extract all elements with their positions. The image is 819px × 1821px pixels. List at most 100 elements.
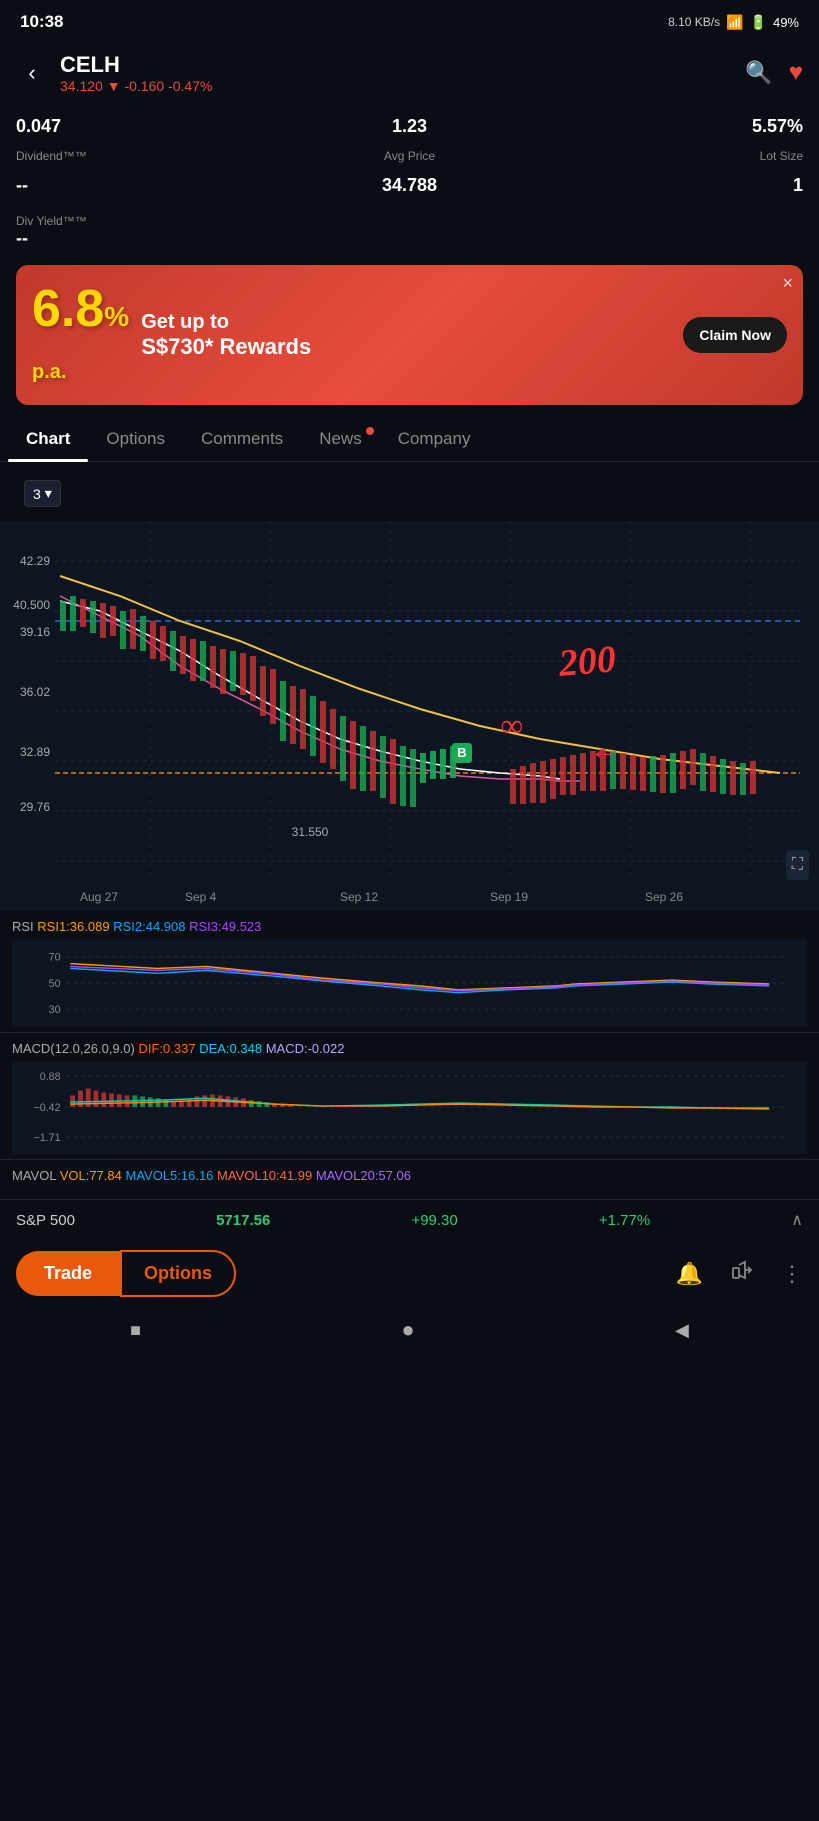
mavol-label: MAVOL VOL:77.84 MAVOL5:16.16 MAVOL10:41.… xyxy=(12,1168,807,1183)
system-square-button[interactable]: ■ xyxy=(130,1320,141,1341)
share-icon-button[interactable] xyxy=(731,1260,753,1288)
more-icon-button[interactable]: ⋮ xyxy=(781,1261,803,1287)
svg-text:−1.71: −1.71 xyxy=(34,1132,61,1144)
favorite-icon[interactable]: ♥ xyxy=(789,59,803,87)
share-icon xyxy=(731,1265,753,1287)
signal-icon: 📶 xyxy=(726,14,743,31)
svg-text:29.76: 29.76 xyxy=(20,800,50,814)
svg-text:∞: ∞ xyxy=(500,707,523,743)
bottom-nav: Trade Options 🔔 ⋮ xyxy=(0,1240,819,1307)
svg-text:39.16: 39.16 xyxy=(20,625,50,639)
banner-close-button[interactable]: × xyxy=(782,273,793,294)
sp500-pct: +1.77% xyxy=(599,1212,650,1229)
svg-text:200: 200 xyxy=(556,638,617,685)
tab-comments[interactable]: Comments xyxy=(183,417,301,461)
chart-period-button[interactable]: 3 ▾ xyxy=(24,480,61,507)
claim-now-button[interactable]: Claim Now xyxy=(683,317,787,353)
svg-text:36.02: 36.02 xyxy=(20,685,50,699)
options-button[interactable]: Options xyxy=(120,1250,236,1297)
tabs-section: Chart Options Comments News Company xyxy=(0,417,819,462)
main-chart-wrapper[interactable]: B xyxy=(0,521,819,911)
lotsize-stat: 5.57% xyxy=(541,112,803,141)
status-right: 8.10 KB/s 📶 🔋 49% xyxy=(668,14,799,31)
banner-subtitle: S$730* Rewards xyxy=(141,334,683,360)
battery-icon: 🔋 xyxy=(750,14,767,31)
dividend-label-text: Dividend™™ xyxy=(16,149,278,163)
fullscreen-button[interactable]: ⛶ xyxy=(786,850,809,880)
main-chart-svg: B xyxy=(0,521,819,911)
rsi-section: RSI RSI1:36.089 RSI2:44.908 RSI3:49.523 … xyxy=(0,911,819,1033)
rsi-chart-svg: 70 50 30 xyxy=(12,938,807,1028)
stock-change: -0.160 xyxy=(124,78,164,94)
tab-options[interactable]: Options xyxy=(88,417,183,461)
bell-icon-button[interactable]: 🔔 xyxy=(676,1261,703,1287)
divyield-label: Div Yield™™ xyxy=(16,214,803,228)
bottom-ticker-bar[interactable]: S&P 500 5717.56 +99.30 +1.77% ∧ xyxy=(0,1199,819,1240)
trade-button[interactable]: Trade xyxy=(16,1251,120,1296)
stock-ticker: CELH xyxy=(60,52,733,78)
svg-text:0.88: 0.88 xyxy=(40,1071,61,1083)
svg-text:−0.42: −0.42 xyxy=(34,1102,61,1114)
dividend-label: Dividend™™ xyxy=(16,145,278,167)
svg-text:30: 30 xyxy=(49,1004,61,1016)
svg-text:31.550: 31.550 xyxy=(292,825,329,839)
ticker-chevron-icon: ∧ xyxy=(791,1210,803,1230)
tab-company[interactable]: Company xyxy=(380,417,489,461)
system-home-button[interactable]: ● xyxy=(401,1317,414,1343)
svg-text:40.500: 40.500 xyxy=(13,598,50,612)
down-arrow-icon: ▼ xyxy=(107,78,125,94)
tab-news[interactable]: News xyxy=(301,417,380,461)
tab-chart[interactable]: Chart xyxy=(8,417,88,461)
banner-ad: × 6.8%p.a. Get up to S$730* Rewards Clai… xyxy=(16,265,803,405)
status-time: 10:38 xyxy=(20,12,63,32)
rsi-label: RSI RSI1:36.089 RSI2:44.908 RSI3:49.523 xyxy=(12,919,807,934)
divyield-section: Div Yield™™ -- xyxy=(0,210,819,253)
svg-text:Sep 26: Sep 26 xyxy=(645,890,683,904)
stats-section: 0.047 1.23 5.57% Dividend™™ Avg Price Lo… xyxy=(0,102,819,210)
svg-text:50: 50 xyxy=(49,978,61,990)
sp500-change: +99.30 xyxy=(411,1212,457,1229)
avgprice-value: 34.788 xyxy=(278,171,540,200)
search-icon[interactable]: 🔍 xyxy=(745,60,772,86)
svg-text:Sep 12: Sep 12 xyxy=(340,890,378,904)
period-dropdown-icon: ▾ xyxy=(45,485,52,502)
lotsizenum-value-text: 1 xyxy=(541,175,803,196)
divyield-value: -- xyxy=(16,228,803,249)
svg-text:Sep 19: Sep 19 xyxy=(490,890,528,904)
svg-text:32.89: 32.89 xyxy=(20,745,50,759)
header-icons: 🔍 ♥ xyxy=(745,59,803,87)
macd-label: MACD(12.0,26.0,9.0) DIF:0.337 DEA:0.348 … xyxy=(12,1041,807,1056)
system-nav-bar: ■ ● ◀ xyxy=(0,1307,819,1359)
chart-section: 3 ▾ xyxy=(0,462,819,1199)
avgprice-label-text: Avg Price xyxy=(278,149,540,163)
svg-text:←: ← xyxy=(590,734,618,765)
lotsize-label: Lot Size xyxy=(541,145,803,167)
system-back-button[interactable]: ◀ xyxy=(675,1320,689,1341)
stock-title: CELH 34.120 ▼ -0.160 -0.47% xyxy=(60,52,733,94)
macd-section: MACD(12.0,26.0,9.0) DIF:0.337 DEA:0.348 … xyxy=(0,1033,819,1160)
svg-text:Sep 4: Sep 4 xyxy=(185,890,217,904)
sp500-name: S&P 500 xyxy=(16,1212,75,1229)
bell-icon: 🔔 xyxy=(676,1261,703,1286)
lotsize-label-text: Lot Size xyxy=(541,149,803,163)
macd-chart-svg: 0.88 −0.42 −1.71 xyxy=(12,1060,807,1155)
mavol-section: MAVOL VOL:77.84 MAVOL5:16.16 MAVOL10:41.… xyxy=(0,1160,819,1191)
banner-big-text: 6.8%p.a. xyxy=(32,283,129,387)
status-bar: 10:38 8.10 KB/s 📶 🔋 49% xyxy=(0,0,819,44)
lotsize-value: 5.57% xyxy=(541,116,803,137)
banner-description: Get up to S$730* Rewards xyxy=(141,310,683,360)
dividend-value-text: -- xyxy=(16,175,278,196)
avgprice-value-text: 34.788 xyxy=(278,175,540,196)
banner-title: Get up to S$730* Rewards xyxy=(141,310,683,360)
stock-price-change: 34.120 ▼ -0.160 -0.47% xyxy=(60,78,733,94)
avgprice-label: Avg Price xyxy=(278,145,540,167)
pe-stat: 1.23 xyxy=(278,112,540,141)
stock-change-pct: -0.47% xyxy=(168,78,212,94)
sp500-price: 5717.56 xyxy=(216,1212,270,1229)
pe-value: 1.23 xyxy=(278,116,540,137)
lotsizenum-value: 1 xyxy=(541,171,803,200)
svg-text:42.29: 42.29 xyxy=(20,554,50,568)
network-speed: 8.10 KB/s xyxy=(668,15,720,29)
back-button[interactable]: ‹ xyxy=(16,60,48,86)
battery-pct: 49% xyxy=(773,15,799,30)
